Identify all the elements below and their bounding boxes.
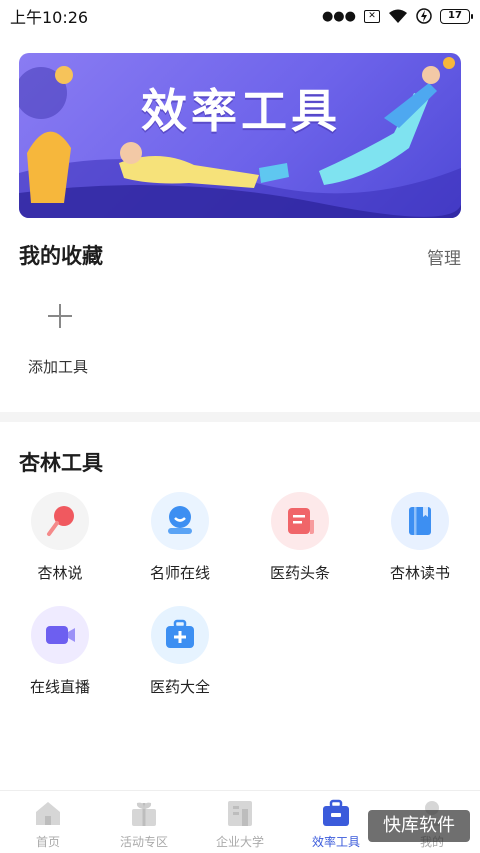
- watermark: 快库软件: [368, 810, 470, 842]
- teacher-icon: [151, 492, 209, 550]
- nav-activities[interactable]: 活动专区: [96, 791, 192, 853]
- nav-enterprise-university[interactable]: 企业大学: [192, 791, 288, 853]
- promo-banner[interactable]: 效率工具: [19, 53, 461, 218]
- status-time: 上午10:26: [10, 8, 89, 27]
- battery-icon: 17: [440, 8, 473, 24]
- status-bar: 上午10:26 ●●● ✕ 17: [0, 0, 480, 32]
- tool-yiyaodaquan[interactable]: 医药大全: [130, 606, 230, 706]
- tool-xinglinshuo[interactable]: 杏林说: [10, 492, 110, 592]
- tool-label: 医药头条: [269, 564, 330, 582]
- news-icon: [271, 492, 329, 550]
- building-icon: [228, 801, 252, 826]
- add-tool-label: 添加工具: [28, 358, 89, 376]
- manage-button[interactable]: 管理: [427, 244, 461, 269]
- banner-title: 效率工具: [141, 84, 341, 138]
- status-icons: ●●● ✕ 17: [321, 8, 473, 24]
- dots-icon: ●●●: [321, 8, 356, 24]
- charging-icon: [416, 8, 432, 24]
- nav-label: 企业大学: [215, 835, 264, 849]
- favorites-title: 我的收藏: [19, 244, 103, 268]
- tool-label: 在线直播: [29, 678, 90, 696]
- microphone-icon: [31, 492, 89, 550]
- tool-label: 名师在线: [149, 564, 210, 582]
- tool-label: 杏林读书: [389, 564, 450, 582]
- plus-icon: [48, 304, 72, 328]
- medkit-icon: [151, 606, 209, 664]
- wifi-icon: [388, 8, 408, 24]
- tools-title: 杏林工具: [19, 451, 103, 475]
- tool-xinglindushu[interactable]: 杏林读书: [370, 492, 470, 592]
- add-tool-button[interactable]: 添加工具: [24, 296, 96, 380]
- book-icon: [391, 492, 449, 550]
- home-icon: [36, 802, 60, 825]
- toolbox-icon: [323, 799, 349, 826]
- nav-label: 活动专区: [119, 835, 168, 849]
- gift-icon: [132, 802, 156, 826]
- nav-home[interactable]: 首页: [0, 791, 96, 853]
- tool-yiyaotoutiao[interactable]: 医药头条: [250, 492, 350, 592]
- tool-label: 杏林说: [37, 564, 83, 582]
- tool-label: 医药大全: [149, 678, 210, 696]
- nav-label: 首页: [35, 835, 60, 849]
- sim-off-icon: ✕: [364, 9, 380, 23]
- tool-zaixianzhibo[interactable]: 在线直播: [10, 606, 110, 706]
- section-divider: [0, 412, 480, 422]
- tool-mingshizaixian[interactable]: 名师在线: [130, 492, 230, 592]
- video-icon: [31, 606, 89, 664]
